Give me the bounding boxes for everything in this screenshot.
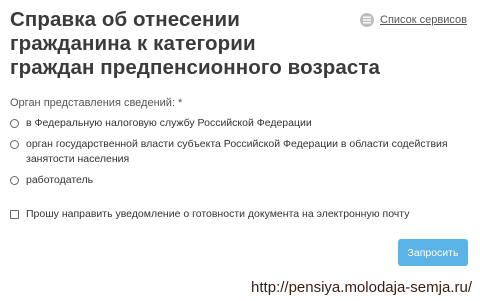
radio-option-label: орган государственной власти субъекта Ро…: [26, 138, 448, 165]
service-form-page: Справка об отнесении гражданина к катего…: [0, 0, 480, 301]
email-notification-label: Прошу направить уведомление о готовности…: [26, 208, 410, 220]
email-notification-option[interactable]: Прошу направить уведомление о готовности…: [10, 207, 409, 222]
submit-request-button[interactable]: Запросить: [398, 239, 468, 266]
radio-option-employment-authority[interactable]: орган государственной власти субъекта Ро…: [10, 137, 466, 167]
page-title-line-3: граждан предпенсионного возраста: [10, 56, 381, 79]
email-notification-checkbox[interactable]: [10, 210, 19, 219]
page-title-line-2: гражданина к категории: [10, 32, 256, 55]
radio-option-employer[interactable]: работодатель: [10, 173, 474, 188]
page-title-line-1: Справка об отнесении: [10, 8, 240, 31]
watermark-url: http://pensiya.molodaja-semja.ru/: [251, 279, 472, 296]
field-label-text: Орган представления сведений:: [10, 97, 176, 109]
radio-button[interactable]: [10, 176, 19, 185]
radio-option-tax-service[interactable]: в Федеральную налоговую службу Российско…: [10, 116, 474, 131]
services-list-link[interactable]: Список сервисов: [360, 13, 467, 27]
radio-button[interactable]: [10, 140, 19, 149]
radio-option-label: работодатель: [26, 174, 94, 186]
page-title: Справка об отнесении гражданина к катего…: [10, 8, 381, 80]
field-label: Орган представления сведений: *: [10, 97, 182, 109]
services-list-label: Список сервисов: [380, 14, 467, 26]
required-mark: *: [178, 97, 183, 109]
list-icon: [360, 13, 374, 27]
radio-option-label: в Федеральную налоговую службу Российско…: [26, 117, 312, 129]
radio-button[interactable]: [10, 119, 19, 128]
